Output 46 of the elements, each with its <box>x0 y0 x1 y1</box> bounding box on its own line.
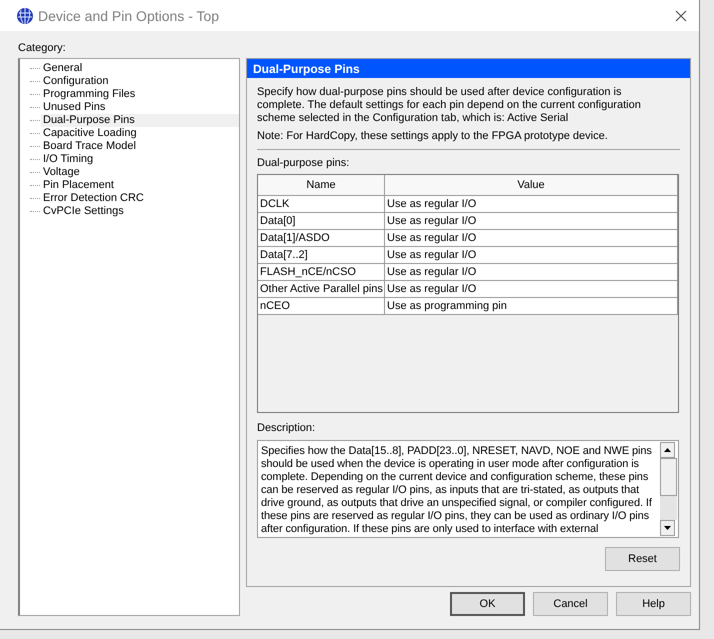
table-cell[interactable]: Use as regular I/O <box>385 281 678 298</box>
table-cell[interactable]: Use as regular I/O <box>385 213 678 230</box>
category-label: Category: <box>18 42 67 54</box>
table-cell[interactable]: Other Active Parallel pins <box>258 281 385 298</box>
column-header[interactable]: Value <box>385 175 678 196</box>
table-cell[interactable]: Use as regular I/O <box>385 247 678 264</box>
description-label: Description: <box>257 422 316 434</box>
column-header[interactable]: Name <box>258 175 385 196</box>
tree-item[interactable]: Unused Pins <box>41 101 239 114</box>
tree-item[interactable]: Error Detection CRC <box>41 192 239 205</box>
reset-button[interactable]: Reset <box>605 547 680 571</box>
scroll-down-icon[interactable] <box>660 520 675 536</box>
scroll-thumb[interactable] <box>660 458 677 496</box>
dialog-button[interactable]: Cancel <box>533 592 608 616</box>
dialog-button[interactable]: Help <box>616 592 691 616</box>
dialog-button[interactable]: OK <box>450 592 525 616</box>
tree-item[interactable]: Capacitive Loading <box>41 127 239 140</box>
tree-item[interactable]: Configuration <box>41 75 239 88</box>
tree-item[interactable]: Dual-Purpose Pins <box>41 114 239 127</box>
table-cell[interactable]: FLASH_nCE/nCSO <box>258 264 385 281</box>
scroll-up-icon[interactable] <box>660 442 675 458</box>
table-cell[interactable]: Data[0] <box>258 213 385 230</box>
note-text: Note: For HardCopy, these settings apply to the FPGA prototype device. <box>257 130 609 143</box>
table-cell[interactable]: Data[1]/ASDO <box>258 230 385 247</box>
table-cell[interactable]: Data[7..2] <box>258 247 385 264</box>
table-cell[interactable]: Use as programming pin <box>385 298 678 315</box>
table-label: Dual-purpose pins: <box>257 157 350 169</box>
panel-header: Dual-Purpose Pins <box>247 59 690 78</box>
tree-item[interactable]: CvPCIe Settings <box>41 205 239 218</box>
tree-item[interactable]: Board Trace Model <box>41 140 239 153</box>
window-title: Device and Pin Options - Top <box>38 8 220 24</box>
table-cell[interactable]: Use as regular I/O <box>385 196 678 213</box>
intro-text: Specify how dual-purpose pins should be used after device configuration is complete. The default settings for each pin depend on the current configuration scheme selected in the Configuration tab, which is: Active Serial <box>257 86 642 125</box>
globe-icon <box>16 6 34 24</box>
tree-item[interactable]: Programming Files <box>41 88 239 101</box>
table-cell[interactable]: Use as regular I/O <box>385 264 678 281</box>
description-text: Specifies how the Data[15..8], PADD[23..0], NRESET, NAVD, NOE and NWE pins should be used when the device is operating in user mode after configuration is complete. Depending on the current device and configuration scheme, these pins can be reserved as regular I/O pins, as inputs that are tri-stated, as outputs that drive ground, as outputs that drive an unspecified signal, or compiler configured. If these pins are reserved as regular I/O pins, they can be used as ordinary I/O pins after configuration. If these pins are only used to interface with external <box>260 444 653 537</box>
table-cell[interactable]: Use as regular I/O <box>385 230 678 247</box>
tree-item[interactable]: General <box>41 62 239 75</box>
tree-item[interactable]: I/O Timing <box>41 153 239 166</box>
scrollbar[interactable] <box>660 441 678 537</box>
close-icon[interactable] <box>675 10 687 22</box>
table-cell[interactable]: nCEO <box>258 298 385 315</box>
tree-item[interactable]: Pin Placement <box>41 179 239 192</box>
table-cell[interactable]: DCLK <box>258 196 385 213</box>
tree-item[interactable]: Voltage <box>41 166 239 179</box>
